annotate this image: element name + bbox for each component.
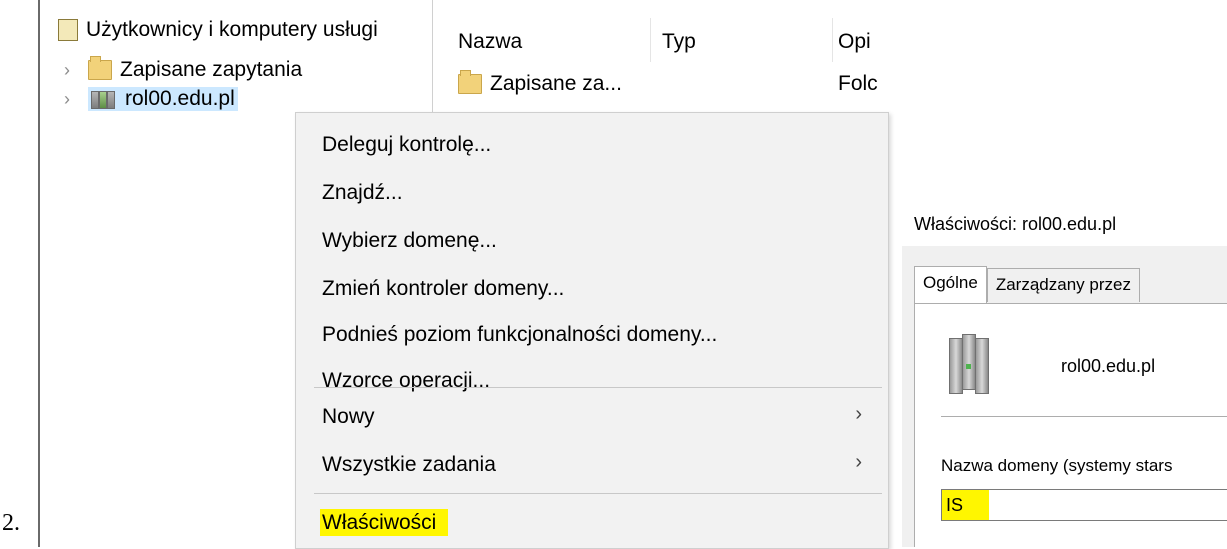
menu-item-delegate-control[interactable]: Deleguj kontrolę... bbox=[322, 133, 491, 157]
tab-general[interactable]: Ogólne bbox=[914, 266, 987, 305]
document-list-number: 2. bbox=[2, 510, 20, 536]
tab-panel-general: rol00.edu.pl Nazwa domeny (systemy stars… bbox=[914, 303, 1227, 547]
menu-item-new[interactable]: Nowy bbox=[322, 405, 375, 429]
server-icon bbox=[949, 334, 989, 394]
folder-icon bbox=[88, 56, 112, 80]
snapin-book-icon bbox=[58, 19, 78, 41]
submenu-arrow-icon: › bbox=[855, 451, 862, 473]
folder-icon bbox=[458, 70, 482, 94]
menu-item-find[interactable]: Znajdź... bbox=[322, 181, 403, 205]
panel-separator bbox=[941, 416, 1227, 417]
column-divider[interactable] bbox=[832, 18, 833, 62]
menu-separator bbox=[314, 387, 882, 388]
tab-strip: Ogólne Zarządzany przez bbox=[914, 266, 1140, 305]
menu-item-properties[interactable]: Właściwości bbox=[320, 509, 449, 536]
domain-name-label: rol00.edu.pl bbox=[1061, 356, 1156, 376]
chevron-right-icon[interactable]: › bbox=[64, 89, 88, 110]
tree-root-label: Użytkownicy i komputery usługi bbox=[86, 18, 378, 41]
submenu-arrow-icon: › bbox=[855, 403, 862, 425]
list-item-type: Folc bbox=[838, 72, 878, 95]
netbios-name-field[interactable]: IS bbox=[941, 489, 1227, 521]
menu-item-operations-masters[interactable]: Wzorce operacji... bbox=[322, 369, 490, 393]
column-header-description[interactable]: Opi bbox=[838, 30, 871, 54]
properties-dialog: Ogólne Zarządzany przez rol00.edu.pl Naz… bbox=[902, 246, 1227, 547]
menu-item-properties-label: Właściwości bbox=[320, 509, 449, 536]
domain-icon bbox=[91, 89, 117, 109]
menu-item-change-domain[interactable]: Wybierz domenę... bbox=[322, 229, 497, 253]
properties-dialog-title: Właściwości: rol00.edu.pl bbox=[914, 214, 1117, 234]
menu-separator bbox=[314, 493, 882, 494]
menu-item-change-domain-controller[interactable]: Zmień kontroler domeny... bbox=[322, 277, 564, 301]
menu-item-raise-functional-level[interactable]: Podnieś poziom funkcjonalności domeny... bbox=[322, 323, 717, 347]
netbios-name-label: Nazwa domeny (systemy stars bbox=[941, 456, 1173, 475]
tree-item-domain[interactable]: › rol00.edu.pl bbox=[64, 87, 238, 111]
chevron-right-icon[interactable]: › bbox=[64, 60, 88, 81]
column-divider[interactable] bbox=[650, 18, 651, 62]
netbios-name-value: IS bbox=[942, 490, 990, 520]
list-item-name: Zapisane za... bbox=[490, 72, 622, 95]
tree-item-label: Zapisane zapytania bbox=[120, 58, 303, 81]
context-menu: Deleguj kontrolę... Znajdź... Wybierz do… bbox=[295, 112, 889, 549]
tab-managed-by[interactable]: Zarządzany przez bbox=[986, 268, 1140, 302]
tree-item-saved-queries[interactable]: › Zapisane zapytania bbox=[64, 56, 303, 82]
tree-root[interactable]: Użytkownicy i komputery usługi bbox=[58, 18, 378, 42]
column-header-name[interactable]: Nazwa bbox=[458, 30, 522, 54]
tree-item-label: rol00.edu.pl bbox=[125, 87, 235, 110]
column-header-type[interactable]: Typ bbox=[662, 30, 696, 54]
menu-item-all-tasks[interactable]: Wszystkie zadania bbox=[322, 453, 496, 477]
list-item[interactable]: Zapisane za... bbox=[458, 70, 622, 96]
